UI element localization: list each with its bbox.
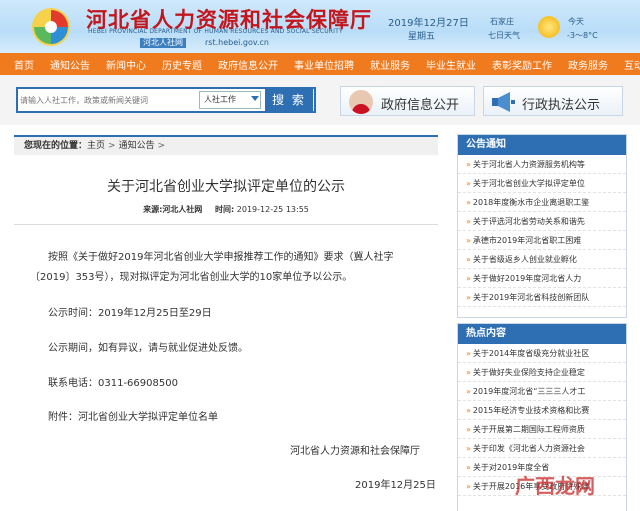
main-nav: 首页 通知公告 新闻中心 历史专题 政府信息公开 事业单位招聘 就业服务 毕业生… <box>0 53 640 75</box>
list-item[interactable]: » 关于2019年河北省科技创新团队 <box>458 288 626 307</box>
sign-date: 2019年12月25日 <box>355 480 436 491</box>
breadcrumb: 您现在的位置：主页 > 通知公告 > <box>14 135 438 155</box>
list-item[interactable]: » 关于开展第二期国际工程师资质 <box>458 420 626 439</box>
nav-item-services[interactable]: 政务服务 <box>568 57 608 72</box>
list-item[interactable]: » 关于河北省创业大学拟评定单位 <box>458 174 626 193</box>
seven-day-weather-link[interactable]: 七日天气 <box>488 30 520 41</box>
emblem-logo-icon[interactable] <box>30 6 72 48</box>
list-item[interactable]: » 关于做好失业保险支持企业稳定 <box>458 363 626 382</box>
search-button[interactable]: 搜 索 <box>265 89 313 111</box>
nav-item-interaction[interactable]: 互动交流 <box>624 57 640 72</box>
weather-temperature: -3～8°C <box>567 31 598 40</box>
sunny-weather-icon <box>538 16 560 38</box>
hot-panel-title: 热点内容 <box>458 324 626 344</box>
contact-phone: 联系电话：0311-66908500 <box>48 378 178 389</box>
nav-item-graduates[interactable]: 毕业生就业 <box>426 57 476 72</box>
site-header: 河北省人力资源和社会保障厅 HEBEI PROVINCIAL DEPARTMEN… <box>0 0 640 53</box>
nav-item-history[interactable]: 历史专题 <box>162 57 202 72</box>
gov-info-label: 政府信息公开 <box>381 98 460 113</box>
publicity-time: 公示时间：2019年12月25日至29日 <box>48 308 212 319</box>
breadcrumb-separator: > <box>108 141 116 151</box>
current-date: 2019年12月27日 <box>388 18 469 29</box>
brand-small: 河北人社网 <box>140 38 186 48</box>
list-item[interactable]: » 关于印发《河北省人力资源社会 <box>458 439 626 458</box>
weather-today-label: 今天 <box>568 17 584 26</box>
nav-item-news[interactable]: 新闻中心 <box>106 57 146 72</box>
notices-panel-title: 公告通知 <box>458 135 626 155</box>
list-item[interactable]: » 关于河北省人力资源服务机构等 <box>458 155 626 174</box>
megaphone-icon <box>492 92 515 112</box>
issuing-org: 河北省人力资源和社会保障厅 <box>290 446 420 457</box>
breadcrumb-separator-tail: > <box>157 141 166 151</box>
watermark: 广西龙网 <box>515 474 595 498</box>
person-icon <box>349 90 373 114</box>
notices-panel: 公告通知 » 关于河北省人力资源服务机构等 » 关于河北省创业大学拟评定单位 » 20… <box>457 134 627 318</box>
divider <box>14 224 438 225</box>
law-enforcement-label: 行政执法公示 <box>522 98 601 113</box>
source-label: 来源: <box>143 205 163 214</box>
attachment-link[interactable]: 附件：河北省创业大学拟评定单位名单 <box>48 408 448 428</box>
current-weekday: 星期五 <box>408 32 436 42</box>
article-paragraph: 按照《关于做好2019年河北省创业大学申报推荐工作的通知》要求（冀人社字〔201… <box>30 252 394 283</box>
breadcrumb-notices[interactable]: 通知公告 <box>119 141 155 151</box>
list-item[interactable]: » 2015年经济专业技术资格和比赛 <box>458 401 626 420</box>
search-input[interactable] <box>20 92 195 109</box>
weather-city: 石家庄 <box>490 17 514 26</box>
nav-item-home[interactable]: 首页 <box>14 57 34 72</box>
time-label: 时间: <box>215 205 235 214</box>
site-domain: rst.hebei.gov.cn <box>205 38 269 47</box>
list-item[interactable]: » 2018年度衡水市企业离退职工鉴 <box>458 193 626 212</box>
breadcrumb-label: 您现在的位置： <box>24 141 88 151</box>
publicity-period: 公示期间，如有异议，请与就业促进处反馈。 <box>48 343 248 354</box>
list-item[interactable]: » 关于做好2019年度河北省人力 <box>458 269 626 288</box>
law-enforcement-button[interactable]: 行政执法公示 <box>483 86 623 116</box>
list-item[interactable]: » 2019年度河北省“三三三人才工 <box>458 382 626 401</box>
chevron-down-icon[interactable] <box>251 96 259 101</box>
site-subtitle: HEBEI PROVINCIAL DEPARTMENT OF HUMAN RES… <box>88 28 343 35</box>
nav-item-notices[interactable]: 通知公告 <box>50 57 90 72</box>
article-title: 关于河北省创业大学拟评定单位的公示 <box>107 179 345 195</box>
list-item[interactable]: » 承德市2019年河北省职工困难 <box>458 231 626 250</box>
nav-item-recruitment[interactable]: 事业单位招聘 <box>294 57 354 72</box>
gov-info-button[interactable]: 政府信息公开 <box>340 86 475 116</box>
list-item[interactable]: » 关于2014年度省级充分就业社区 <box>458 344 626 363</box>
list-item[interactable]: » 关于省级返乡人创业就业孵化 <box>458 250 626 269</box>
nav-item-employment[interactable]: 就业服务 <box>370 57 410 72</box>
nav-item-awards[interactable]: 表彰奖励工作 <box>492 57 552 72</box>
nav-item-gov-info[interactable]: 政府信息公开 <box>218 57 278 72</box>
breadcrumb-home[interactable]: 主页 <box>87 141 105 151</box>
article-meta: 来源:河北人社网 时间: 2019-12-25 13:55 <box>14 204 438 215</box>
article-source: 河北人社网 <box>162 205 203 214</box>
article-time: 2019-12-25 13:55 <box>236 205 309 214</box>
list-item[interactable]: » 关于评选河北省劳动关系和谐先 <box>458 212 626 231</box>
